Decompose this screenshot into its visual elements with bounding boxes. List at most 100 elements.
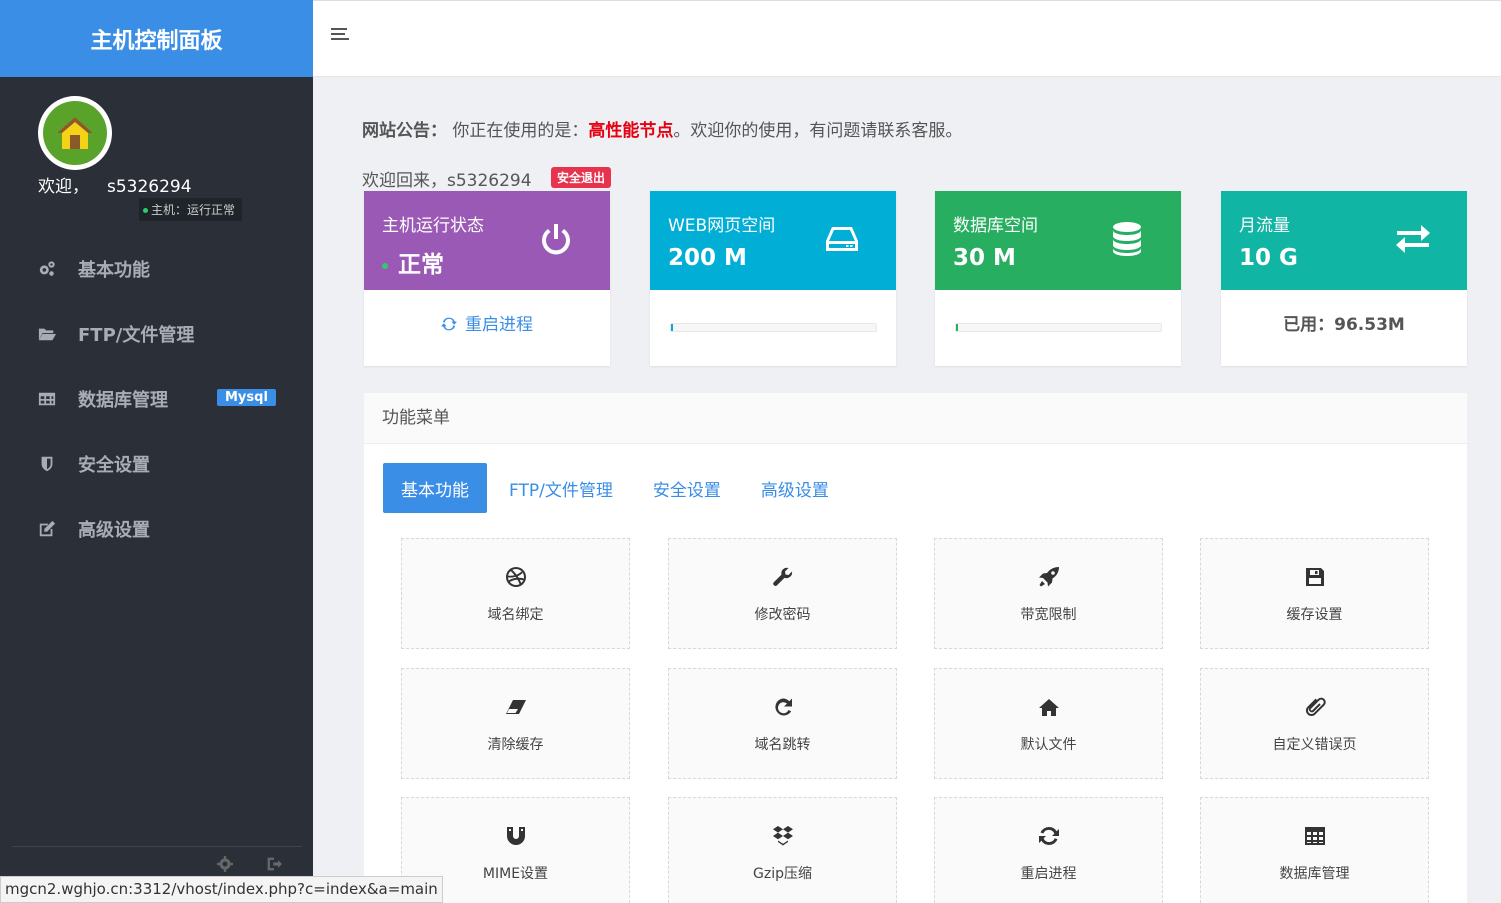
status-value: 正常 (398, 252, 444, 278)
welcome-text: 欢迎， s5326294 (38, 172, 192, 197)
logout-button[interactable]: 安全退出 (551, 167, 612, 188)
welcome-label: 欢迎， (38, 177, 89, 197)
hdd-icon (826, 227, 858, 251)
card-value: 正常 (382, 245, 444, 279)
tile-restart-process[interactable]: 重启进程 (934, 797, 1163, 903)
sign-out-icon[interactable] (266, 856, 282, 872)
tile-label: 自定义错误页 (1272, 737, 1357, 753)
tile-cache-settings[interactable]: 缓存设置 (1200, 538, 1429, 649)
notice-suffix: 。欢迎你的使用，有问题请联系客服。 (673, 121, 963, 141)
mysql-badge: Mysql (217, 389, 276, 406)
notice-label: 网站公告： (362, 121, 447, 141)
tile-domain-binding[interactable]: 域名绑定 (401, 538, 630, 649)
sidebar-item-label: 基本功能 (78, 260, 150, 281)
db-usage-fill (956, 324, 959, 331)
card-title: 主机运行状态 (382, 216, 484, 236)
tile-default-file[interactable]: 默认文件 (934, 668, 1163, 779)
notice-prefix: 你正在使用的是： (452, 121, 589, 141)
card-title: 月流量 (1239, 216, 1290, 236)
host-status-text: 主机：运行正常 (151, 203, 236, 217)
wrench-icon (772, 567, 792, 586)
topbar (313, 0, 1501, 77)
card-value: 10 G (1239, 245, 1298, 271)
panel-title: 功能菜单 (364, 393, 1467, 444)
brand-title[interactable]: 主机控制面板 (0, 0, 313, 77)
sidebar-item-basic[interactable]: 基本功能 (38, 254, 288, 284)
tab-advanced[interactable]: 高级设置 (743, 463, 847, 513)
card-value: 200 M (668, 245, 747, 271)
card-web-space: WEB网页空间 200 M (650, 191, 896, 366)
sidebar-divider (12, 846, 302, 847)
site-notice: 网站公告： 你正在使用的是：高性能节点。欢迎你的使用，有问题请联系客服。 (362, 116, 962, 141)
tile-label: 重启进程 (1020, 866, 1077, 882)
sidebar-item-label: 安全设置 (78, 455, 150, 476)
tab-basic[interactable]: 基本功能 (383, 463, 487, 513)
sidebar-item-advanced[interactable]: 高级设置 (38, 514, 288, 544)
sidebar: 主机控制面板 欢迎， s5326294 主机：运行正常 基本功能 FTP/文件管理… (0, 0, 313, 903)
database-icon (1113, 222, 1141, 256)
eraser-icon (505, 700, 526, 714)
card-title: WEB网页空间 (668, 216, 776, 236)
refresh-icon (1038, 826, 1059, 846)
folder-open-icon (38, 328, 56, 341)
redo-icon (774, 698, 792, 716)
sidebar-item-label: 数据库管理 (78, 390, 168, 411)
power-icon (542, 224, 570, 255)
save-icon (1305, 568, 1324, 586)
card-host-status: 主机运行状态 正常 重启进程 (364, 191, 610, 366)
menu-toggle-icon[interactable] (331, 28, 349, 42)
sidebar-item-ftp[interactable]: FTP/文件管理 (38, 319, 288, 349)
browser-status-url: mgcn2.wghjo.cn:3312/vhost/index.php?c=in… (0, 876, 443, 903)
card-db-space: 数据库空间 30 M (935, 191, 1181, 366)
card-traffic-header: 月流量 10 G (1221, 191, 1467, 290)
notice-highlight: 高性能节点 (588, 121, 674, 141)
exchange-icon (1396, 225, 1430, 253)
card-web-header: WEB网页空间 200 M (650, 191, 896, 290)
restart-link-label: 重启进程 (465, 315, 533, 335)
card-title: 数据库空间 (953, 216, 1038, 236)
tab-ftp[interactable]: FTP/文件管理 (491, 463, 631, 513)
tile-database-management[interactable]: 数据库管理 (1200, 797, 1429, 903)
tile-custom-error-page[interactable]: 自定义错误页 (1200, 668, 1429, 779)
table-icon (1304, 827, 1325, 845)
tile-label: 域名跳转 (754, 737, 811, 753)
sidebar-item-label: 高级设置 (78, 520, 150, 541)
traffic-used: 已用：96.53M (1283, 315, 1405, 335)
refresh-icon (441, 317, 457, 331)
restart-process-link[interactable]: 重启进程 (364, 310, 610, 335)
tile-label: 清除缓存 (487, 737, 544, 753)
tile-bandwidth-limit[interactable]: 带宽限制 (934, 538, 1163, 649)
db-usage-progress (955, 323, 1162, 332)
card-value: 30 M (953, 245, 1016, 271)
sidebar-item-database[interactable]: 数据库管理 Mysql (38, 384, 288, 414)
status-dot-icon (143, 208, 148, 213)
tile-gzip-compression[interactable]: Gzip压缩 (668, 797, 897, 903)
tile-label: 数据库管理 (1279, 866, 1350, 882)
table-icon (38, 392, 56, 406)
card-db-header: 数据库空间 30 M (935, 191, 1181, 290)
tile-label: 默认文件 (1020, 737, 1077, 753)
sidebar-item-security[interactable]: 安全设置 (38, 449, 288, 479)
card-host-status-header: 主机运行状态 正常 (364, 191, 610, 290)
shield-icon (41, 456, 53, 472)
tile-change-password[interactable]: 修改密码 (668, 538, 897, 649)
edit-icon (39, 520, 56, 537)
tile-label: 带宽限制 (1020, 607, 1077, 623)
tile-label: 域名绑定 (487, 607, 544, 623)
dropbox-icon (772, 826, 793, 846)
avatar (38, 96, 112, 170)
tab-bar: 基本功能 FTP/文件管理 安全设置 高级设置 (383, 463, 851, 513)
greeting-text: 欢迎回来，s5326294 (362, 171, 532, 191)
tile-domain-redirect[interactable]: 域名跳转 (668, 668, 897, 779)
magnet-icon (506, 827, 525, 845)
dribbble-icon (505, 567, 526, 587)
rocket-icon (1038, 567, 1059, 587)
tab-security[interactable]: 安全设置 (635, 463, 739, 513)
tile-clear-cache[interactable]: 清除缓存 (401, 668, 630, 779)
gears-icon (39, 261, 55, 276)
home-icon (1038, 699, 1059, 716)
settings-gear-icon[interactable] (217, 856, 233, 872)
status-dot-icon (382, 262, 388, 269)
card-traffic: 月流量 10 G 已用：96.53M (1221, 191, 1467, 366)
username: s5326294 (107, 177, 192, 197)
